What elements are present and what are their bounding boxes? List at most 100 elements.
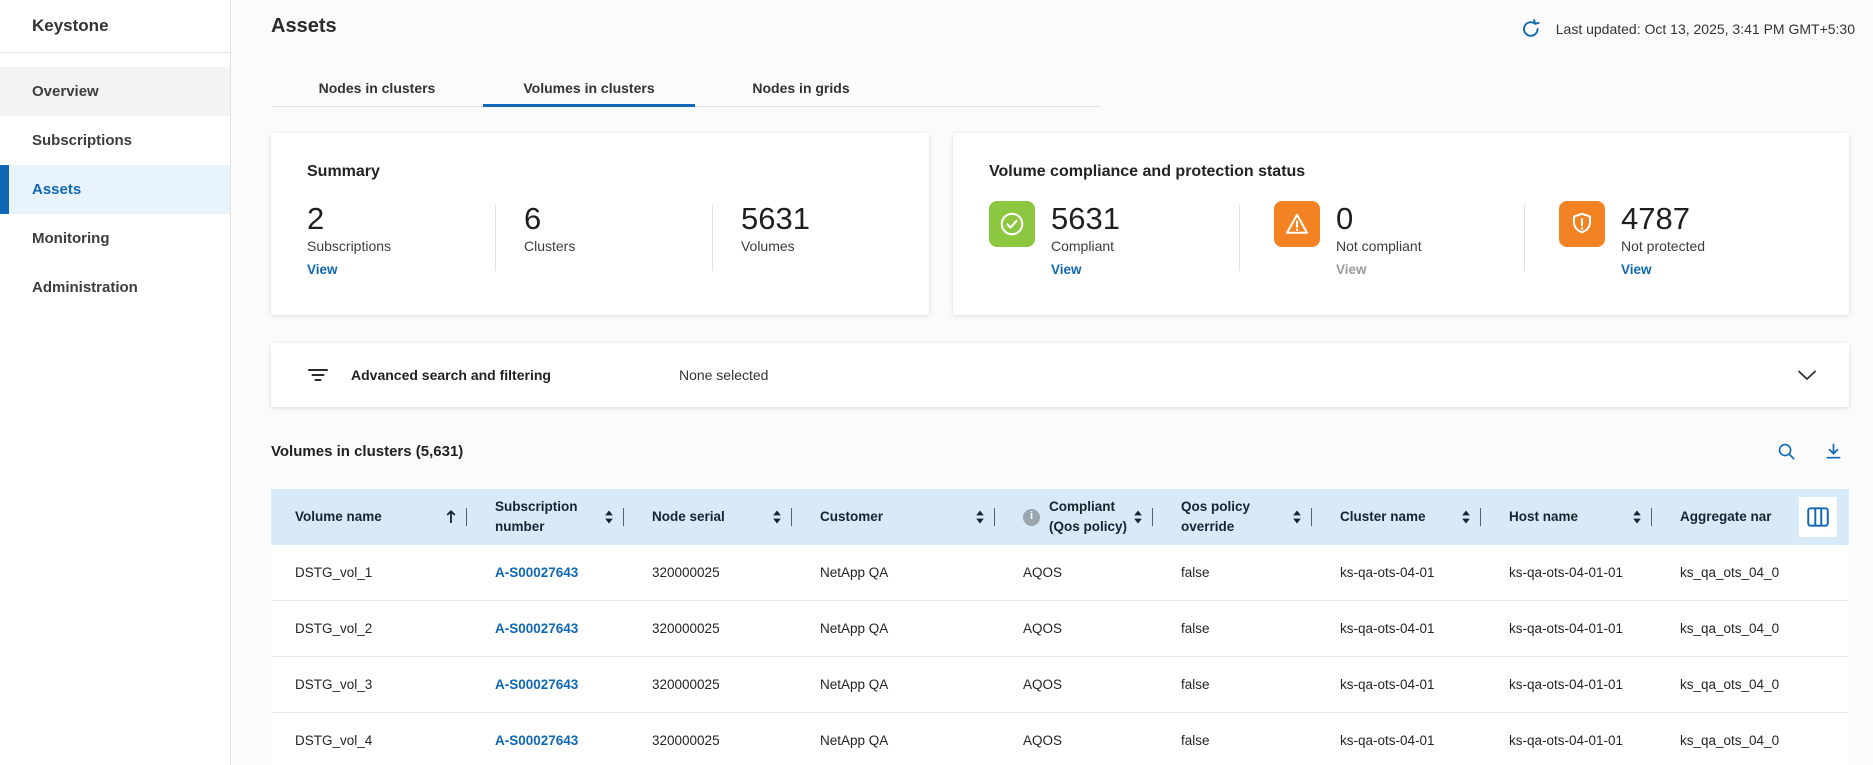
cell-customer: NetApp QA [792,733,995,748]
cell-volume-name: DSTG_vol_1 [271,565,467,580]
column-label: Compliant (Qos policy) [1049,497,1127,536]
info-icon[interactable]: i [1023,509,1040,526]
last-updated-area: Last updated: Oct 13, 2025, 3:41 PM GMT+… [1520,15,1855,40]
cell-compliant-qos: AQOS [995,565,1153,580]
table-row[interactable]: DSTG_vol_2 A-S00027643 320000025 NetApp … [271,601,1849,657]
sidebar-item-assets[interactable]: Assets [0,165,230,214]
check-circle-icon [989,201,1035,247]
tab-nodes-in-clusters[interactable]: Nodes in clusters [271,70,483,106]
sort-both-icon[interactable] [1632,509,1642,525]
view-compliant-link[interactable]: View [1051,262,1120,277]
table-row[interactable]: DSTG_vol_1 A-S00027643 320000025 NetApp … [271,545,1849,601]
cell-cluster-name: ks-qa-ots-04-01 [1312,733,1481,748]
sidebar: Keystone Overview Subscriptions Assets M… [0,0,231,765]
cell-node-serial: 320000025 [624,733,792,748]
sidebar-item-administration[interactable]: Administration [0,263,230,312]
cell-node-serial: 320000025 [624,621,792,636]
compliance-card: Volume compliance and protection status … [953,133,1849,315]
cell-qos-override: false [1153,677,1312,692]
refresh-icon[interactable] [1520,18,1542,40]
tab-nodes-in-grids[interactable]: Nodes in grids [695,70,907,106]
stat-label: Subscriptions [307,238,495,254]
sort-both-icon[interactable] [975,509,985,525]
volumes-table-section: Volumes in clusters (5,631) [271,439,1849,765]
divider [1524,205,1525,271]
chevron-down-icon[interactable] [1797,369,1817,381]
filter-selection: None selected [679,367,769,383]
column-label: Qos policy override [1181,497,1286,536]
cell-aggregate-name: ks_qa_ots_04_0 [1652,621,1849,636]
sort-both-icon[interactable] [604,509,614,525]
download-icon[interactable] [1824,442,1843,461]
last-updated-text: Last updated: Oct 13, 2025, 3:41 PM GMT+… [1556,21,1855,37]
table-row[interactable]: DSTG_vol_4 A-S00027643 320000025 NetApp … [271,713,1849,765]
view-not-protected-link[interactable]: View [1621,262,1705,277]
sort-both-icon[interactable] [772,509,782,525]
column-header-customer[interactable]: Customer [792,489,995,545]
divider [712,205,713,271]
filter-icon [307,366,329,384]
cell-customer: NetApp QA [792,621,995,636]
stat-not-protected: 4787 Not protected View [1559,201,1809,277]
cell-node-serial: 320000025 [624,565,792,580]
summary-card: Summary 2 Subscriptions View 6 Clusters … [271,133,929,315]
column-label: Volume name [295,507,439,527]
sort-both-icon[interactable] [1292,509,1302,525]
tab-volumes-in-clusters[interactable]: Volumes in clusters [483,70,695,106]
sidebar-item-label: Assets [32,181,81,198]
cell-compliant-qos: AQOS [995,621,1153,636]
cell-subscription-number-link[interactable]: A-S00027643 [467,565,624,580]
column-header-volume-name[interactable]: Volume name [271,489,467,545]
stat-not-compliant: 0 Not compliant View [1274,201,1524,277]
column-header-subscription-number[interactable]: Subscription number [467,489,624,545]
cell-host-name: ks-qa-ots-04-01-01 [1481,677,1652,692]
cell-cluster-name: ks-qa-ots-04-01 [1312,565,1481,580]
column-label: Host name [1509,507,1626,527]
table-row[interactable]: DSTG_vol_3 A-S00027643 320000025 NetApp … [271,657,1849,713]
stat-subscriptions: 2 Subscriptions View [307,201,495,279]
column-header-qos-policy-override[interactable]: Qos policy override [1153,489,1312,545]
page-header: Assets Last updated: Oct 13, 2025, 3:41 … [231,0,1873,40]
sort-both-icon[interactable] [1133,509,1143,525]
view-not-compliant-link: View [1336,262,1422,277]
cell-compliant-qos: AQOS [995,733,1153,748]
shield-alert-icon [1559,201,1605,247]
sidebar-item-overview[interactable]: Overview [0,67,230,116]
sort-both-icon[interactable] [1461,509,1471,525]
divider [1239,205,1240,271]
column-header-node-serial[interactable]: Node serial [624,489,792,545]
column-header-cluster-name[interactable]: Cluster name [1312,489,1481,545]
stat-value: 0 [1336,201,1422,237]
cell-subscription-number-link[interactable]: A-S00027643 [467,621,624,636]
cell-volume-name: DSTG_vol_3 [271,677,467,692]
view-subscriptions-link[interactable]: View [307,262,338,277]
stat-value: 2 [307,201,495,237]
brand-title: Keystone [0,0,230,53]
cell-subscription-number-link[interactable]: A-S00027643 [467,677,624,692]
sort-ascending-icon[interactable] [445,509,457,525]
column-picker-icon[interactable] [1799,497,1837,537]
summary-stats: 2 Subscriptions View 6 Clusters 5631 Vol… [271,201,929,279]
table-title: Volumes in clusters (5,631) [271,443,463,460]
cell-host-name: ks-qa-ots-04-01-01 [1481,733,1652,748]
stat-value: 5631 [1051,201,1120,237]
compliance-card-title: Volume compliance and protection status [953,133,1849,181]
stat-label: Volumes [741,238,929,254]
search-icon[interactable] [1777,442,1796,461]
cell-customer: NetApp QA [792,677,995,692]
sidebar-nav: Overview Subscriptions Assets Monitoring… [0,53,230,312]
column-header-host-name[interactable]: Host name [1481,489,1652,545]
cell-cluster-name: ks-qa-ots-04-01 [1312,677,1481,692]
cell-aggregate-name: ks_qa_ots_04_0 [1652,677,1849,692]
sidebar-item-label: Overview [32,83,99,100]
sidebar-item-monitoring[interactable]: Monitoring [0,214,230,263]
column-header-compliant-qos-policy[interactable]: i Compliant (Qos policy) [995,489,1153,545]
column-label: Customer [820,507,969,527]
column-label: Cluster name [1340,507,1455,527]
stat-volumes: 5631 Volumes [741,201,929,279]
advanced-search-bar[interactable]: Advanced search and filtering None selec… [271,343,1849,407]
cell-subscription-number-link[interactable]: A-S00027643 [467,733,624,748]
sidebar-item-subscriptions[interactable]: Subscriptions [0,116,230,165]
summary-cards-row: Summary 2 Subscriptions View 6 Clusters … [271,133,1849,315]
cell-node-serial: 320000025 [624,677,792,692]
